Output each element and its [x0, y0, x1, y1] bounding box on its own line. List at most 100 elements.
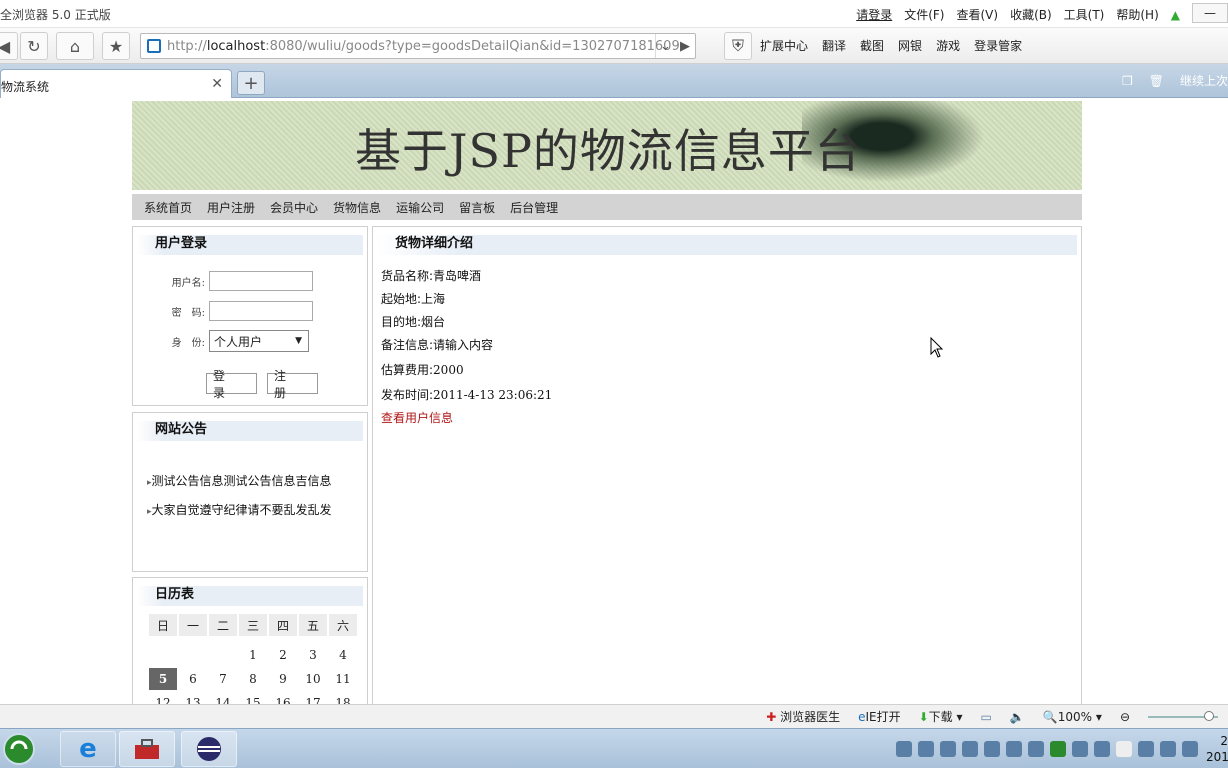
calendar-day[interactable]: 2: [269, 644, 297, 666]
login-link[interactable]: 请登录: [856, 6, 892, 23]
calendar-day-today[interactable]: 5: [149, 668, 177, 690]
notice-item[interactable]: ▸测试公告信息测试公告信息吉信息: [147, 472, 332, 489]
page-viewport[interactable]: 基于JSP的物流信息平台 系统首页 用户注册 会员中心 货物信息 运输公司 留言…: [0, 98, 1228, 704]
continue-last-session[interactable]: 继续上次: [1180, 72, 1228, 89]
calendar-day[interactable]: 6: [179, 668, 207, 690]
tray-app-icon[interactable]: [1028, 741, 1044, 757]
shield-button[interactable]: ⛨: [724, 32, 752, 60]
menu-view[interactable]: 查看(V): [956, 6, 998, 23]
tray-keyboard-icon[interactable]: [896, 741, 912, 757]
taskbar-ie[interactable]: e: [60, 731, 116, 767]
site-page: 基于JSP的物流信息平台 系统首页 用户注册 会员中心 货物信息 运输公司 留言…: [132, 98, 1082, 704]
calendar-day[interactable]: 14: [209, 692, 237, 704]
tray-app-icon[interactable]: [1094, 741, 1110, 757]
go-icon[interactable]: ▶: [675, 34, 695, 58]
new-tab-button[interactable]: +: [237, 71, 265, 95]
home-button[interactable]: ⌂: [56, 32, 94, 60]
bank-button[interactable]: 网银: [898, 37, 922, 54]
extension-center-button[interactable]: 扩展中心: [760, 37, 808, 54]
tray-shield-icon[interactable]: [1006, 741, 1022, 757]
refresh-button[interactable]: ↻: [20, 32, 48, 60]
browser-doctor-button[interactable]: ✚ 浏览器医生: [766, 708, 840, 725]
login-manager-button[interactable]: 登录管家: [974, 37, 1022, 54]
menu-help[interactable]: 帮助(H): [1116, 6, 1158, 23]
back-button[interactable]: ◀: [0, 32, 18, 60]
screenshot-button[interactable]: 截图: [860, 37, 884, 54]
nav-transport-company[interactable]: 运输公司: [396, 199, 444, 216]
menu-tools[interactable]: 工具(T): [1064, 6, 1105, 23]
nav-goods-info[interactable]: 货物信息: [333, 199, 381, 216]
tab-bar-right: ❐ 🗑 继续上次: [1122, 72, 1228, 89]
games-button[interactable]: 游戏: [936, 37, 960, 54]
calendar-day[interactable]: 12: [149, 692, 177, 704]
calendar-day[interactable]: 1: [239, 644, 267, 666]
detail-row-origin: 起始地:上海: [381, 290, 445, 307]
start-button[interactable]: [0, 731, 44, 767]
window-icon[interactable]: ▭: [981, 710, 992, 724]
calendar-day[interactable]: 4: [329, 644, 357, 666]
menu-favorites[interactable]: 收藏(B): [1010, 6, 1052, 23]
login-button[interactable]: 登 录: [206, 369, 257, 400]
minimize-button[interactable]: —: [1192, 2, 1228, 23]
detail-value: 青岛啤酒: [433, 269, 482, 283]
calendar-day[interactable]: 8: [239, 668, 267, 690]
calendar-day[interactable]: 15: [239, 692, 267, 704]
zoom-control[interactable]: 🔍100% ▾: [1043, 710, 1102, 724]
zoom-slider[interactable]: [1148, 710, 1218, 721]
nav-member-center[interactable]: 会员中心: [270, 199, 318, 216]
close-icon[interactable]: ✕: [211, 76, 223, 92]
menu-file[interactable]: 文件(F): [904, 6, 944, 23]
calendar-day[interactable]: 3: [299, 644, 327, 666]
tray-app-icon[interactable]: [984, 741, 1000, 757]
tray-flag-icon[interactable]: [1116, 741, 1132, 757]
nav-home[interactable]: 系统首页: [144, 199, 192, 216]
calendar-day[interactable]: 13: [179, 692, 207, 704]
taskbar-clock[interactable]: 2 2012: [1206, 733, 1228, 765]
nav-admin[interactable]: 后台管理: [510, 199, 558, 216]
browser-status-bar: ✚ 浏览器医生 eIE打开 ⬇下载 ▾ ▭ 🔈 🔍100% ▾ ⊖: [0, 704, 1228, 728]
site-nav: 系统首页 用户注册 会员中心 货物信息 运输公司 留言板 后台管理: [132, 194, 1082, 220]
taskbar-eclipse[interactable]: [181, 731, 237, 767]
tray-sync-icon[interactable]: [1050, 741, 1066, 757]
tray-app-icon[interactable]: [1138, 741, 1154, 757]
role-select[interactable]: 个人用户 ▼: [209, 330, 309, 352]
tray-app-icon[interactable]: [1072, 741, 1088, 757]
password-input[interactable]: [209, 301, 313, 321]
nav-register[interactable]: 用户注册: [207, 199, 255, 216]
tray-app-icon[interactable]: [918, 741, 934, 757]
tray-network-icon[interactable]: [1160, 741, 1176, 757]
calendar-day[interactable]: 11: [329, 668, 357, 690]
weekday-header: 六: [329, 614, 357, 636]
chevron-down-icon[interactable]: ⌄: [655, 34, 675, 58]
username-input[interactable]: [209, 271, 313, 291]
speaker-icon[interactable]: 🔈: [1010, 710, 1025, 724]
ie-open-button[interactable]: eIE打开: [858, 708, 901, 725]
tab-active[interactable]: 物流系统 ✕: [0, 69, 232, 98]
favorite-button[interactable]: ★: [102, 32, 130, 60]
nav-message-board[interactable]: 留言板: [459, 199, 495, 216]
taskbar-toolbox[interactable]: [119, 731, 175, 767]
calendar-day[interactable]: 18: [329, 692, 357, 704]
url-host: localhost: [206, 38, 266, 54]
detail-value: 2011-4-13 23:06:21: [433, 388, 553, 402]
tray-volume-icon[interactable]: [1182, 741, 1198, 757]
calendar-day[interactable]: 10: [299, 668, 327, 690]
calendar-day[interactable]: 16: [269, 692, 297, 704]
calendar-day[interactable]: 9: [269, 668, 297, 690]
calendar-day[interactable]: 17: [299, 692, 327, 704]
view-user-info-link[interactable]: 查看用户信息: [381, 409, 453, 426]
page-icon: [147, 39, 161, 53]
address-bar[interactable]: http://localhost:8080/wuliu/goods?type=g…: [140, 33, 696, 59]
zoom-slider-handle[interactable]: [1204, 710, 1214, 721]
zoom-out-icon[interactable]: ⊖: [1120, 710, 1130, 724]
restore-window-icon[interactable]: ❐: [1122, 74, 1133, 88]
register-button[interactable]: 注 册: [267, 369, 318, 400]
notice-item[interactable]: ▸大家自觉遵守纪律请不要乱发乱发: [147, 501, 332, 518]
tray-app-icon[interactable]: [962, 741, 978, 757]
calendar-day[interactable]: 7: [209, 668, 237, 690]
trash-icon[interactable]: 🗑: [1149, 74, 1164, 88]
shirt-icon[interactable]: ▲: [1171, 8, 1180, 22]
download-button[interactable]: ⬇下载 ▾: [919, 708, 963, 725]
translate-button[interactable]: 翻译: [822, 37, 846, 54]
tray-app-icon[interactable]: [940, 741, 956, 757]
